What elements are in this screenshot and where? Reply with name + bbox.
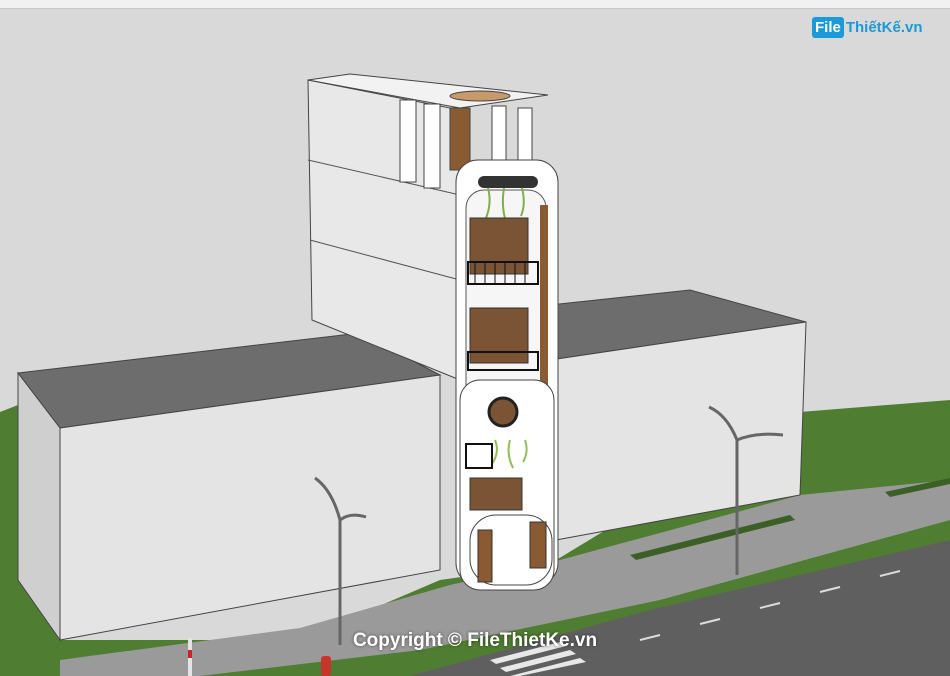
entrance-door-right: [529, 521, 547, 569]
window-ground: [469, 477, 523, 511]
entrance-door-left: [477, 529, 493, 583]
copyright-watermark: Copyright © FileThietKe.vn: [352, 630, 598, 651]
roof-opening: [449, 90, 511, 102]
fire-hydrant: [321, 656, 331, 676]
logo-text: ThiếtKế.vn: [845, 18, 923, 36]
site-logo: File ThiếtKế.vn: [812, 14, 923, 40]
window-level3: [469, 217, 529, 275]
3d-model-scene: [0, 73, 950, 676]
logo-box: File: [812, 16, 844, 38]
round-window: [487, 396, 519, 428]
planter-bar: [478, 176, 538, 188]
window-level2: [469, 307, 529, 364]
